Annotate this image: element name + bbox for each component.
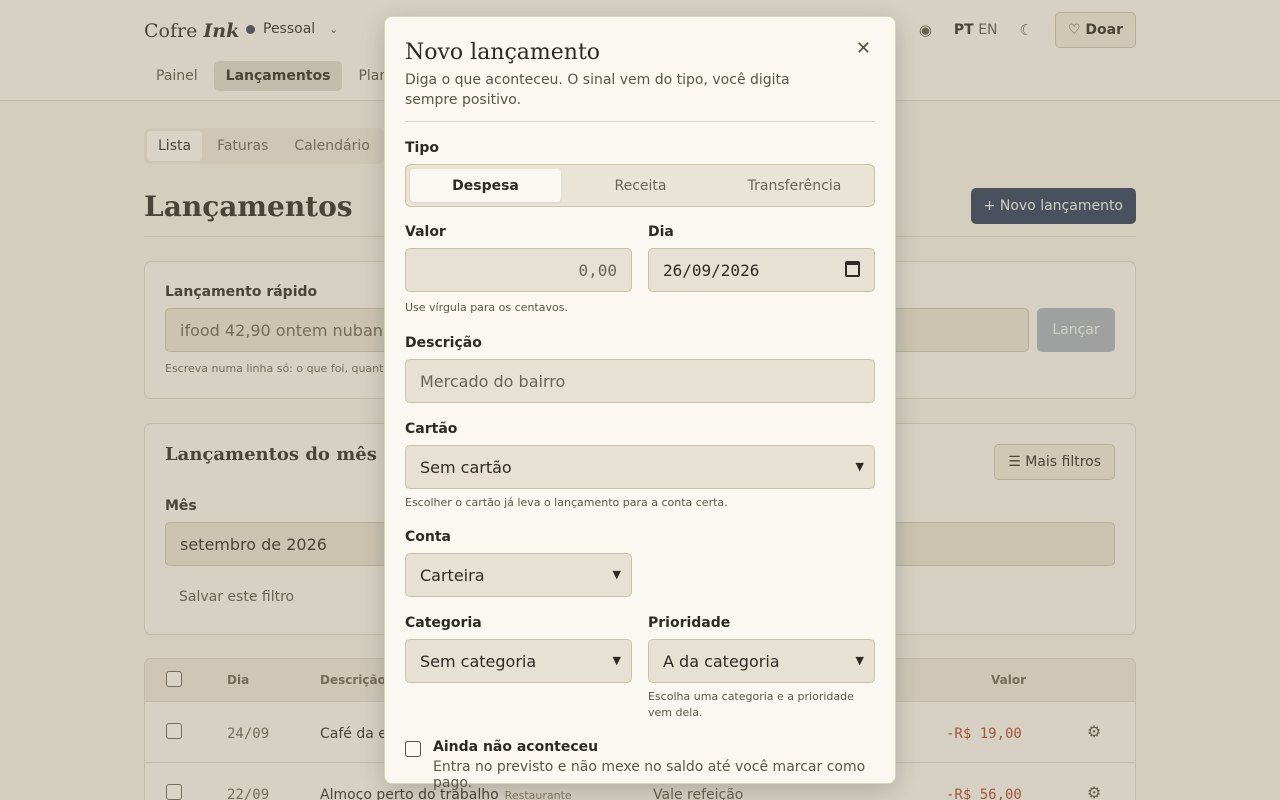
descricao-label: Descrição [405, 335, 482, 351]
valor-label: Valor [405, 224, 446, 240]
categoria-label: Categoria [405, 615, 482, 631]
calendar-icon[interactable] [845, 261, 860, 277]
cartao-hint: Escolher o cartão já leva o lançamento p… [405, 496, 728, 509]
valor-input[interactable]: 0,00 [405, 248, 632, 292]
dia-label: Dia [648, 224, 674, 240]
chevron-down-icon: ▼ [855, 460, 864, 473]
divider [405, 121, 875, 122]
dialog-description: Diga o que aconteceu. O sinal vem do tip… [405, 72, 790, 108]
close-icon[interactable]: ✕ [856, 39, 871, 59]
prioridade-label: Prioridade [648, 615, 731, 631]
conta-label: Conta [405, 529, 451, 545]
prioridade-hint: Escolha uma categoria e a prioridade vem… [648, 690, 854, 719]
cartao-label: Cartão [405, 421, 458, 437]
chevron-down-icon: ▼ [612, 568, 621, 581]
prioridade-select[interactable]: A da categoria ▼ [648, 639, 875, 683]
categoria-select[interactable]: Sem categoria ▼ [405, 639, 632, 683]
chevron-down-icon: ▼ [855, 654, 864, 667]
descricao-input[interactable]: Mercado do bairro [405, 359, 875, 403]
tipo-label: Tipo [405, 140, 439, 156]
new-entry-dialog: Novo lançamento ✕ Diga o que aconteceu. … [384, 16, 896, 791]
categoria-value: Sem categoria [420, 651, 537, 671]
conta-value: Carteira [420, 565, 485, 585]
tipo-segmented-control: Despesa Receita Transferência [405, 164, 875, 207]
pending-hint: Entra no previsto e não mexe no saldo at… [433, 759, 866, 791]
cartao-value: Sem cartão [420, 457, 512, 477]
pending-label[interactable]: Ainda não aconteceu [433, 739, 598, 755]
dia-value: 26/09/2026 [663, 260, 760, 280]
tipo-option-despesa[interactable]: Despesa [410, 169, 561, 202]
cartao-select[interactable]: Sem cartão ▼ [405, 445, 875, 489]
tipo-option-receita[interactable]: Receita [565, 169, 716, 202]
chevron-down-icon: ▼ [612, 654, 621, 667]
dialog-title: Novo lançamento [405, 40, 601, 65]
conta-select[interactable]: Carteira ▼ [405, 553, 632, 597]
prioridade-value: A da categoria [663, 651, 780, 671]
valor-hint: Use vírgula para os centavos. [405, 301, 568, 314]
tipo-option-transferencia[interactable]: Transferência [719, 169, 870, 202]
pending-checkbox[interactable] [405, 741, 421, 757]
dia-date-input[interactable]: 26/09/2026 [648, 248, 875, 292]
